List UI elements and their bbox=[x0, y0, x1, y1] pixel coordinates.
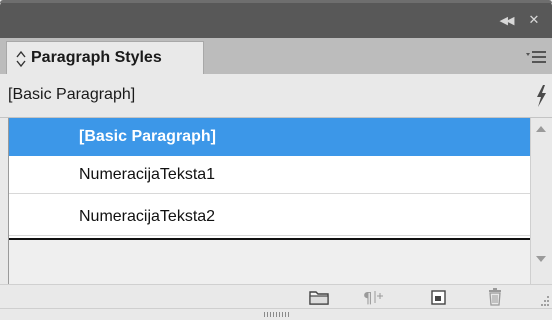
panel-toolbar: ¶ bbox=[0, 284, 552, 308]
trash-icon[interactable] bbox=[482, 285, 508, 309]
lightning-icon[interactable] bbox=[534, 84, 548, 108]
list-item[interactable]: [Basic Paragraph] bbox=[9, 118, 531, 156]
tab-label: Paragraph Styles bbox=[31, 49, 162, 66]
list-item-label: [Basic Paragraph] bbox=[79, 128, 216, 145]
panel-title-bar[interactable]: ◀◀ ✕ bbox=[0, 0, 552, 38]
new-style-icon[interactable] bbox=[426, 285, 452, 309]
close-icon[interactable]: ✕ bbox=[526, 12, 542, 28]
panel-menu-icon[interactable] bbox=[526, 50, 546, 64]
title-bar-grip bbox=[0, 0, 552, 3]
styles-list: [Basic Paragraph] NumeracijaTeksta1 Nume… bbox=[8, 118, 531, 284]
resize-grip-icon[interactable] bbox=[536, 293, 550, 307]
panel-resize-handle[interactable] bbox=[0, 308, 552, 320]
panel-tab-row: Paragraph Styles bbox=[0, 38, 552, 74]
folder-icon[interactable] bbox=[306, 285, 332, 309]
list-item[interactable]: NumeracijaTeksta2 bbox=[9, 198, 531, 236]
svg-text:¶: ¶ bbox=[363, 289, 373, 307]
list-empty-area bbox=[9, 240, 531, 284]
scroll-down-icon[interactable] bbox=[536, 256, 546, 262]
current-style-row: [Basic Paragraph] bbox=[0, 74, 552, 118]
collapse-panel-icon[interactable]: ◀◀ bbox=[497, 14, 515, 28]
current-style-label: [Basic Paragraph] bbox=[8, 86, 136, 103]
list-item[interactable]: NumeracijaTeksta1 bbox=[9, 156, 531, 194]
list-item-label: NumeracijaTeksta1 bbox=[79, 166, 216, 183]
paragraph-override-icon[interactable]: ¶ bbox=[360, 285, 386, 309]
list-item-label: NumeracijaTeksta2 bbox=[79, 208, 216, 225]
scroll-up-icon[interactable] bbox=[536, 126, 546, 132]
resize-handle-dots bbox=[264, 312, 290, 317]
tab-paragraph-styles[interactable]: Paragraph Styles bbox=[6, 41, 204, 74]
up-down-arrows-icon bbox=[16, 50, 26, 68]
scrollbar[interactable] bbox=[530, 118, 552, 284]
paragraph-styles-panel: ◀◀ ✕ Paragraph Styles [Basic Paragraph] … bbox=[0, 0, 552, 320]
